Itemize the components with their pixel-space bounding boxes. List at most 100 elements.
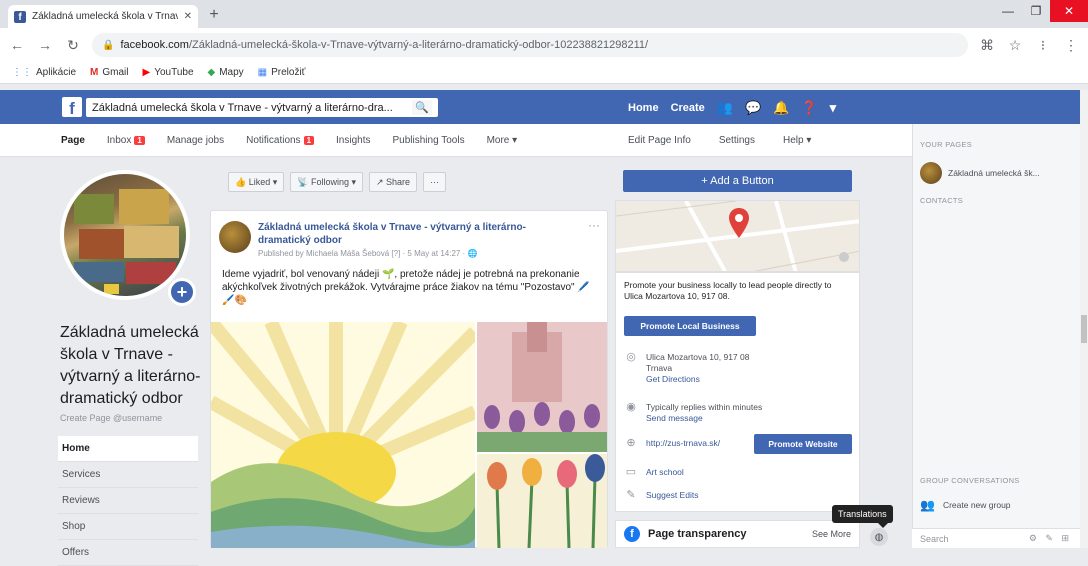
category-icon: ▭ <box>625 466 637 478</box>
bookmark-maps[interactable]: ◆ Mapy <box>208 67 244 78</box>
add-a-button[interactable]: + Add a Button <box>623 170 852 192</box>
facebook-search-input[interactable]: Základná umelecká škola v Trnave - výtva… <box>86 98 438 117</box>
post-author-avatar[interactable] <box>219 221 251 253</box>
tab-edit-page-info[interactable]: Edit Page Info <box>628 135 691 146</box>
group-icon: 👥 <box>920 498 935 512</box>
page-transparency-box: f Page transparency See More <box>615 520 860 548</box>
post-image-tulips-drawing[interactable] <box>477 454 607 548</box>
translations-globe-icon[interactable]: ◍ <box>870 528 888 546</box>
create-new-group-label: Create new group <box>942 500 1011 510</box>
tab-more[interactable]: More ▾ <box>476 135 529 146</box>
promote-text: Promote your business locally to lead pe… <box>624 280 832 301</box>
minimize-button[interactable]: — <box>994 0 1022 22</box>
send-message-link[interactable]: Send message <box>646 413 703 423</box>
create-username-link[interactable]: Create Page @username <box>60 413 162 423</box>
see-more-link[interactable]: See More <box>812 529 851 539</box>
suggest-edits-link[interactable]: Suggest Edits <box>646 490 698 504</box>
your-page-item[interactable]: Základná umelecká šk... <box>920 162 1040 184</box>
sidenav-offers[interactable]: Offers <box>58 540 198 566</box>
back-button[interactable]: ← <box>8 37 26 53</box>
tab-manage-jobs[interactable]: Manage jobs <box>156 135 235 146</box>
help-icon[interactable]: ❓ <box>801 100 817 116</box>
page-admin-tabs-right: Edit Page Info Settings Help ▾ <box>628 124 811 157</box>
maps-icon: ◆ <box>207 67 216 78</box>
get-directions-link[interactable]: Get Directions <box>646 374 700 384</box>
liked-button[interactable]: 👍 Liked ▾ <box>228 172 285 192</box>
share-button[interactable]: ↗ Share <box>369 172 418 192</box>
bookmark-star-icon[interactable]: ☆ <box>1006 37 1024 54</box>
post-image-sunrise-drawing[interactable] <box>211 322 475 548</box>
create-new-group-item[interactable]: 👥 Create new group <box>920 498 1011 512</box>
bookmark-youtube[interactable]: ▶ YouTube <box>143 67 194 78</box>
nav-home[interactable]: Home <box>628 102 659 114</box>
messenger-small-icon: ◉ <box>626 401 636 413</box>
close-window-button[interactable]: ✕ <box>1050 0 1088 22</box>
location-icon: ◎ <box>626 351 636 363</box>
bookmark-translate[interactable]: ▦ Preložiť <box>258 67 306 78</box>
chat-search-placeholder: Search <box>920 533 949 544</box>
facebook-logo-icon[interactable]: f <box>62 97 82 117</box>
messenger-icon[interactable]: 💬 <box>745 100 761 116</box>
category-link[interactable]: Art school <box>646 467 684 481</box>
your-pages-heading: YOUR PAGES <box>920 140 973 149</box>
tab-publishing-tools[interactable]: Publishing Tools <box>381 135 475 146</box>
your-page-name: Základná umelecká šk... <box>948 168 1040 178</box>
search-icon[interactable]: 🔍 <box>412 100 432 115</box>
more-actions-button[interactable]: ··· <box>423 172 447 192</box>
post-options-button[interactable]: ··· <box>588 218 600 232</box>
tab-notifications[interactable]: Notifications 1 <box>235 135 325 146</box>
bookmark-apps[interactable]: ⋮⋮ Aplikácie <box>12 67 76 78</box>
reload-button[interactable]: ↻ <box>64 37 82 54</box>
browser-tab[interactable]: f Základná umelecká škola v Trnav ✕ <box>8 5 198 28</box>
sidenav-shop[interactable]: Shop <box>58 514 198 540</box>
website-link[interactable]: http://zus-trnava.sk/ <box>646 438 720 452</box>
promote-local-business-button[interactable]: Promote Local Business <box>624 316 756 336</box>
nav-create[interactable]: Create <box>671 102 705 114</box>
add-photo-button[interactable]: + <box>168 278 196 306</box>
chat-options-icons[interactable]: ⚙ ✎ ⊞ <box>1029 533 1072 544</box>
info-suggest: ✎ Suggest Edits <box>624 490 698 504</box>
notifications-badge: 1 <box>303 135 315 145</box>
forward-button[interactable]: → <box>36 37 54 53</box>
post-author-name[interactable]: Základná umelecká škola v Trnave - výtva… <box>258 221 568 247</box>
menu-icon[interactable]: ⋮ <box>1062 37 1080 54</box>
pencil-icon: ✎ <box>626 489 636 501</box>
translate-page-icon[interactable]: ⌘ <box>978 37 996 54</box>
account-menu-icon[interactable]: ▾ <box>830 100 837 116</box>
sidenav-home[interactable]: Home <box>58 436 198 462</box>
globe-icon: ⊕ <box>626 437 636 449</box>
notifications-bell-icon[interactable]: 🔔 <box>773 100 789 116</box>
profile-picture[interactable] <box>60 170 190 300</box>
promote-website-button[interactable]: Promote Website <box>754 434 852 454</box>
page-side-nav: Home Services Reviews Shop Offers <box>58 436 198 566</box>
facebook-favicon-icon: f <box>14 10 26 23</box>
bookmark-gmail[interactable]: M Gmail <box>90 67 128 78</box>
post-image-tulips-castle[interactable] <box>477 322 607 452</box>
new-tab-button[interactable]: + <box>204 5 224 25</box>
scrollbar-thumb[interactable] <box>1081 315 1087 343</box>
window-controls: — ❐ ✕ <box>994 0 1088 22</box>
post-meta: Published by Michaela Máša Šebová [?] · … <box>258 249 478 258</box>
tab-close-icon[interactable]: ✕ <box>184 11 192 22</box>
tab-help[interactable]: Help ▾ <box>783 135 811 146</box>
following-button[interactable]: 📡 Following ▾ <box>290 172 363 192</box>
chat-search-bar[interactable]: Search ⚙ ✎ ⊞ <box>912 528 1080 548</box>
tab-settings[interactable]: Settings <box>719 135 755 146</box>
page-transparency-title: Page transparency <box>648 528 747 540</box>
your-page-avatar <box>920 162 942 184</box>
translations-tooltip: Translations <box>832 505 893 523</box>
tab-page[interactable]: Page <box>50 135 96 146</box>
info-reply: ◉ Typically replies within minutes Send m… <box>624 402 762 424</box>
extension-icon[interactable]: ⁝ <box>1034 37 1052 54</box>
info-website: ⊕ http://zus-trnava.sk/ <box>624 438 720 452</box>
address-bar[interactable]: 🔒 facebook.com/Základná-umelecká-škola-v… <box>92 33 968 57</box>
bookmarks-bar: ⋮⋮ Aplikácie M Gmail ▶ YouTube ◆ Mapy ▦ Prelo… <box>0 62 1088 84</box>
youtube-icon: ▶ <box>142 67 151 78</box>
tab-inbox[interactable]: Inbox 1 <box>96 135 156 146</box>
sidenav-reviews[interactable]: Reviews <box>58 488 198 514</box>
sidenav-services[interactable]: Services <box>58 462 198 488</box>
apps-icon: ⋮⋮ <box>12 67 32 78</box>
friends-icon[interactable]: 👥 <box>717 100 733 116</box>
tab-insights[interactable]: Insights <box>325 135 381 146</box>
maximize-button[interactable]: ❐ <box>1022 0 1050 22</box>
